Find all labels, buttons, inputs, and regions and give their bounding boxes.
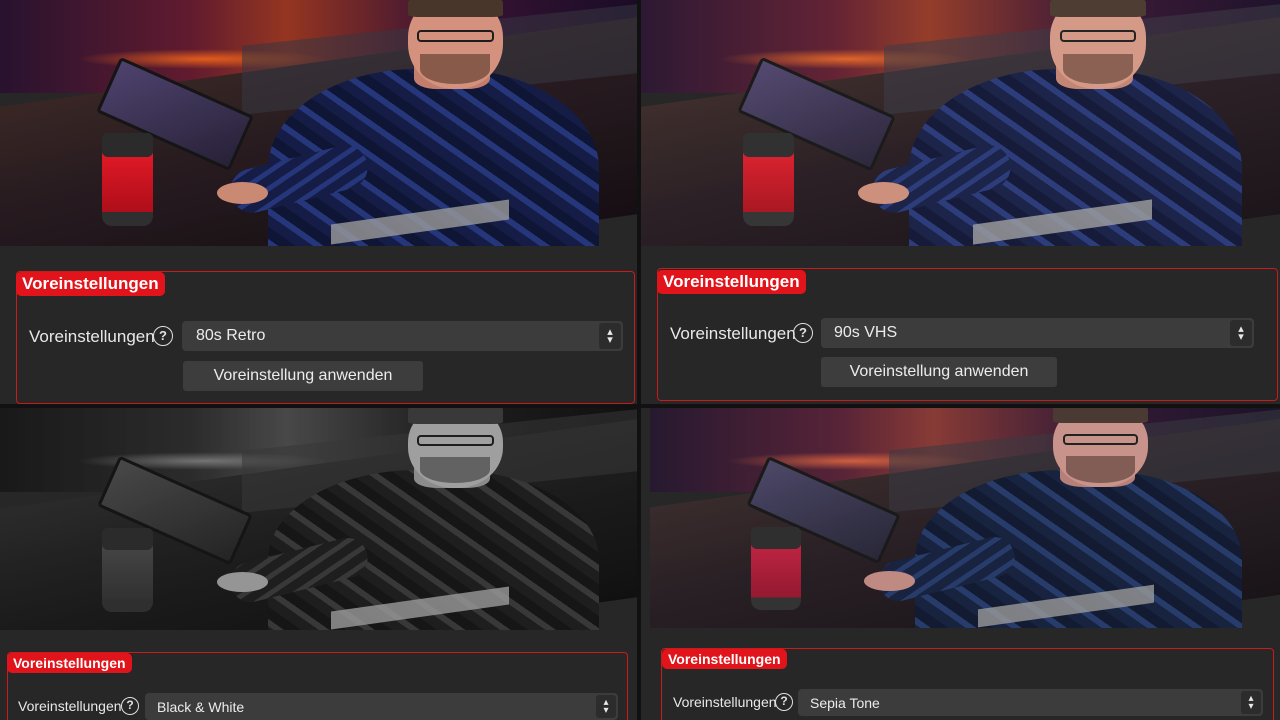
preset-select-value: 80s Retro <box>196 327 266 344</box>
spinner-arrows-icon[interactable]: ▴ ▾ <box>1241 691 1261 714</box>
presets-label: Voreinstellungen <box>29 327 155 346</box>
preset-select[interactable]: Sepia Tone ▴ ▾ <box>798 689 1263 716</box>
webcam-image <box>0 0 637 246</box>
presets-group-title: Voreinstellungen <box>7 653 132 673</box>
spinner-arrows-icon[interactable]: ▴ ▾ <box>596 695 616 718</box>
webcam-image <box>650 408 1280 628</box>
help-circle-icon[interactable]: ? <box>793 323 813 343</box>
preset-select-value: Sepia Tone <box>810 694 880 711</box>
preset-select[interactable]: 80s Retro ▴ ▾ <box>182 321 623 351</box>
presets-label: Voreinstellungen <box>18 698 122 714</box>
presets-label: Voreinstellungen <box>673 694 777 710</box>
presets-group-title: Voreinstellungen <box>16 272 165 296</box>
vertical-divider <box>637 0 641 720</box>
camera-preview <box>650 408 1280 628</box>
preset-panel-sepia-tone: Voreinstellungen Voreinstellungen ? Sepi… <box>641 408 1280 720</box>
preset-select[interactable]: 90s VHS ▴ ▾ <box>821 318 1254 348</box>
preset-panel-80s-retro: Voreinstellungen Voreinstellungen ? 80s … <box>0 0 637 404</box>
preset-panel-black-white: Voreinstellungen Voreinstellungen ? Blac… <box>0 408 637 720</box>
preset-select-value: 90s VHS <box>834 324 898 341</box>
help-circle-icon[interactable]: ? <box>153 326 173 346</box>
help-circle-icon[interactable]: ? <box>121 697 139 715</box>
spinner-arrows-icon[interactable]: ▴ ▾ <box>599 323 621 349</box>
camera-preview <box>0 0 637 246</box>
horizontal-divider <box>0 404 1280 408</box>
presets-label: Voreinstellungen <box>670 324 796 343</box>
preset-select[interactable]: Black & White ▴ ▾ <box>145 693 618 720</box>
help-circle-icon[interactable]: ? <box>775 693 793 711</box>
presets-group-title: Voreinstellungen <box>662 649 787 669</box>
webcam-image <box>641 0 1280 246</box>
camera-preview <box>641 0 1280 246</box>
preset-panel-90s-vhs: Voreinstellungen Voreinstellungen ? 90s … <box>641 0 1280 404</box>
apply-preset-button[interactable]: Voreinstellung anwenden <box>183 361 423 391</box>
apply-preset-button[interactable]: Voreinstellung anwenden <box>821 357 1057 387</box>
preset-select-value: Black & White <box>157 698 245 715</box>
presets-group-title: Voreinstellungen <box>657 270 806 294</box>
spinner-arrows-icon[interactable]: ▴ ▾ <box>1230 320 1252 346</box>
webcam-image <box>0 408 637 630</box>
camera-preview <box>0 408 637 630</box>
